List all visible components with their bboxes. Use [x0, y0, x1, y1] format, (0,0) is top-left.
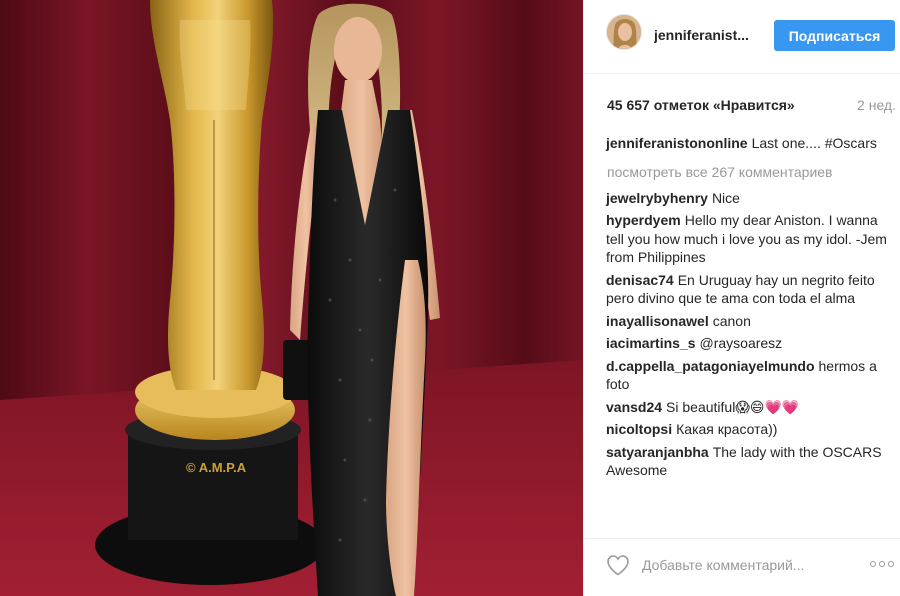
post-timestamp[interactable]: 2 нед.	[857, 97, 896, 113]
comment-user[interactable]: nicoltopsi	[606, 421, 672, 437]
comment-user[interactable]: denisac74	[606, 272, 674, 288]
comment-user[interactable]: hyperdyem	[606, 212, 681, 228]
comment-item: satyaranjanbha The lady with the OSCARS A…	[606, 443, 891, 480]
comment-user[interactable]: vansd24	[606, 399, 662, 415]
follow-button[interactable]: Подписаться	[774, 20, 895, 51]
username-link[interactable]: jenniferanist...	[654, 27, 764, 43]
comment-item: denisac74 En Uruguay hay un negrito feito…	[606, 271, 891, 308]
comment-item: hyperdyem Hello my dear Aniston. I wanna …	[606, 211, 891, 267]
oscars-photo-illustration: © A.M.P.A	[0, 0, 583, 596]
comment-text: Si beautiful😱😄💗💗	[666, 398, 800, 415]
comment-text: canon	[712, 312, 751, 329]
caption: jenniferanistononline Last one.... #Oscar…	[606, 134, 891, 153]
post-sidebar: jenniferanist... Подписаться 45 657 отме…	[583, 0, 900, 596]
caption-text: Last one.... #Oscars	[751, 135, 877, 151]
post-photo[interactable]: © A.M.P.A	[0, 0, 583, 596]
comment-item: inayallisonawel canon	[606, 312, 891, 331]
more-options-icon[interactable]	[870, 558, 896, 570]
comment-text: Nice	[711, 189, 740, 206]
caption-user[interactable]: jenniferanistononline	[606, 135, 748, 151]
likes-row: 45 657 отметок «Нравится» 2 нед.	[606, 96, 896, 116]
comment-user[interactable]: jewelrybyhenry	[606, 190, 708, 206]
avatar[interactable]	[606, 14, 642, 50]
post-header: jenniferanist... Подписаться	[584, 0, 900, 74]
comment-user[interactable]: d.cappella_patagoniayelmundo	[606, 358, 815, 374]
comment-item: iacimartins_s @raysoaresz	[606, 334, 891, 353]
avatar-image	[607, 15, 641, 49]
comment-text: @raysoaresz	[699, 335, 783, 351]
comments-list: jenniferanistononline Last one.... #Oscar…	[606, 134, 891, 484]
add-comment-input[interactable]	[642, 554, 822, 576]
statue-base-text: © A.M.P.A	[186, 460, 247, 475]
comment-user[interactable]: iacimartins_s	[606, 335, 696, 351]
comment-item: nicoltopsi Какая красота))	[606, 420, 891, 439]
likes-count[interactable]: 45 657 отметок «Нравится»	[607, 97, 795, 113]
comment-footer	[584, 538, 900, 596]
comment-user[interactable]: inayallisonawel	[606, 313, 709, 329]
heart-icon[interactable]	[606, 554, 630, 576]
comment-text: Какая красота))	[676, 421, 778, 437]
comment-item: vansd24 Si beautiful😱😄💗💗	[606, 398, 891, 417]
comment-item: d.cappella_patagoniayelmundo hermos a fot…	[606, 357, 891, 394]
comment-user[interactable]: satyaranjanbha	[606, 444, 709, 460]
comment-item: jewelrybyhenry Nice	[606, 189, 891, 208]
view-all-comments-link[interactable]: посмотреть все 267 комментариев	[607, 163, 891, 181]
